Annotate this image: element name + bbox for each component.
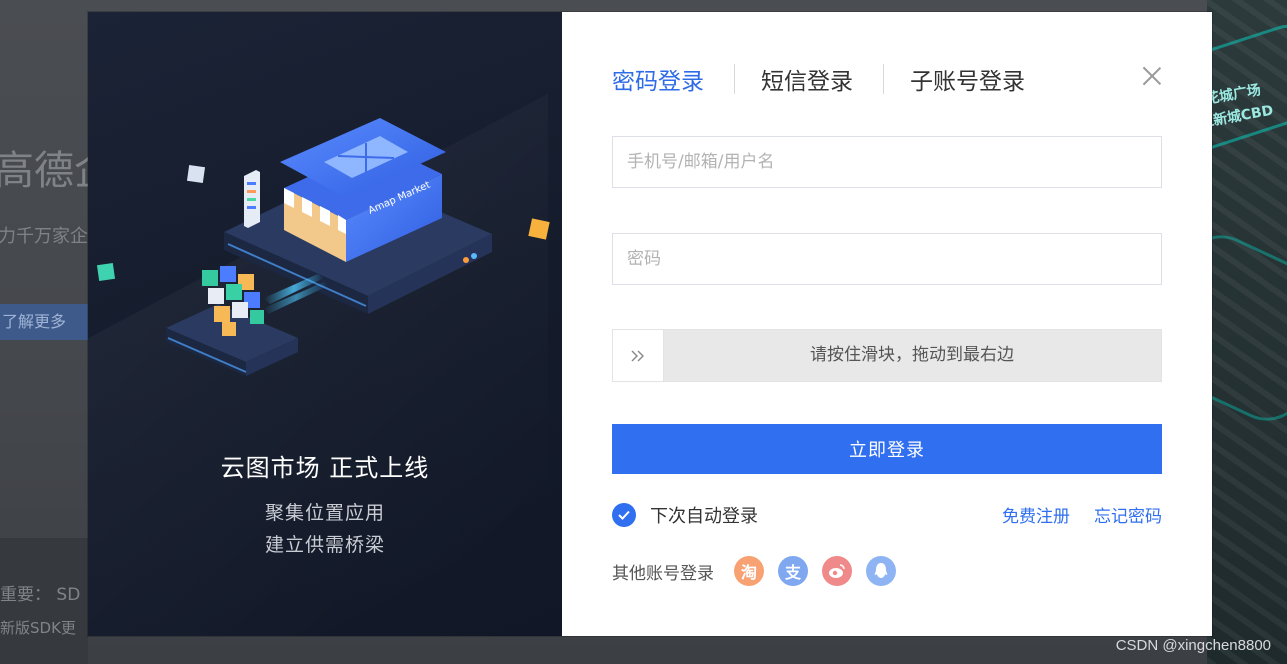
- learn-more-button: 了解更多: [0, 304, 88, 340]
- login-modal: Amap Market 云图市场 正式上线 聚集位置应用 建立供需桥梁 密码登录…: [88, 12, 1212, 636]
- other-login-methods: 其他账号登录 淘 支: [612, 556, 896, 586]
- password-input[interactable]: [613, 234, 1161, 284]
- tab-password-login[interactable]: 密码登录: [612, 62, 704, 96]
- promo-panel: Amap Market 云图市场 正式上线 聚集位置应用 建立供需桥梁: [88, 12, 562, 636]
- promo-line-2: 建立供需桥梁: [264, 534, 385, 556]
- double-chevron-right-icon: [631, 350, 644, 361]
- forgot-password-link[interactable]: 忘记密码: [1094, 502, 1162, 527]
- alipay-icon[interactable]: 支: [778, 556, 808, 586]
- tab-sms-login[interactable]: 短信登录: [761, 62, 853, 96]
- remember-me-label: 下次自动登录: [650, 506, 758, 527]
- username-input[interactable]: [613, 137, 1161, 187]
- tab-divider: [734, 64, 735, 94]
- login-form-panel: 密码登录 短信登录 子账号登录 请按住滑块，拖动到最右边 立即登录: [562, 12, 1212, 636]
- csdn-watermark: CSDN @xingchen8800: [1115, 637, 1271, 654]
- remember-me-checkbox[interactable]: 下次自动登录: [612, 502, 758, 528]
- check-icon: [612, 503, 636, 527]
- promo-line-1: 聚集位置应用: [264, 502, 385, 524]
- login-tabs: 密码登录 短信登录 子账号登录: [612, 62, 1025, 96]
- tab-subaccount-login[interactable]: 子账号登录: [910, 62, 1025, 96]
- background-map: 花城广场 江新城CBD: [1135, 0, 1287, 664]
- username-field: [612, 136, 1162, 188]
- market-illustration: Amap Market: [96, 118, 550, 376]
- login-submit-button[interactable]: 立即登录: [612, 424, 1162, 474]
- tab-divider: [883, 64, 884, 94]
- promo-title: 云图市场 正式上线: [220, 454, 430, 482]
- taobao-icon[interactable]: 淘: [734, 556, 764, 586]
- weibo-icon[interactable]: [822, 556, 852, 586]
- slider-handle[interactable]: [613, 330, 664, 381]
- qq-icon[interactable]: [866, 556, 896, 586]
- background-notice-2: 新版SDK更: [0, 619, 76, 637]
- slider-captcha: 请按住滑块，拖动到最右边: [612, 329, 1162, 382]
- close-icon[interactable]: [1142, 66, 1162, 86]
- password-field: [612, 233, 1162, 285]
- slider-instruction: 请按住滑块，拖动到最右边: [810, 345, 1014, 365]
- background-notice-1: 重要： SD: [0, 585, 81, 605]
- background-subtitle: 力千万家企: [0, 226, 88, 247]
- account-links: 免费注册 忘记密码: [978, 502, 1162, 527]
- other-login-label: 其他账号登录: [612, 563, 714, 584]
- register-link[interactable]: 免费注册: [1002, 502, 1070, 527]
